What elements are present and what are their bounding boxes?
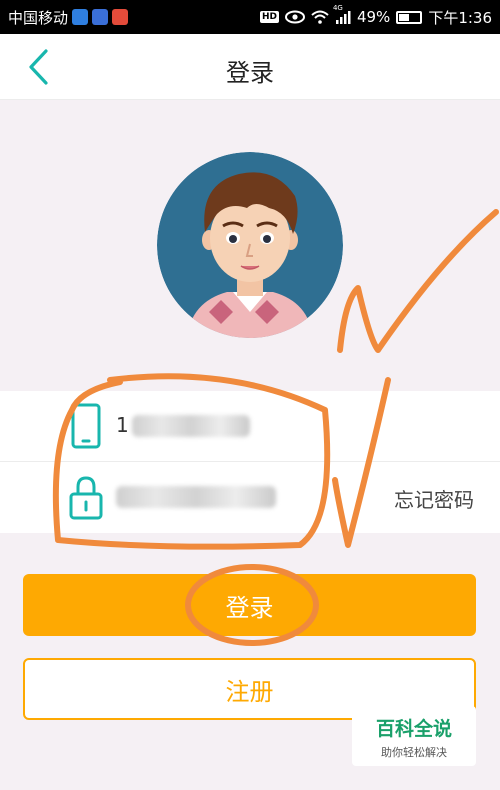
signal-icon: 4G	[333, 4, 351, 24]
watermark-title: 百科全说	[375, 718, 452, 740]
battery-percent: 49%	[356, 8, 391, 26]
page-title: 登录	[226, 59, 274, 87]
avatar[interactable]	[157, 152, 343, 338]
phone-value-prefix: 1	[116, 413, 129, 437]
battery-level-fill	[399, 13, 410, 21]
status-left: 中国移动	[8, 7, 129, 28]
avatar-image	[157, 152, 343, 338]
login-form: 1 忘记密码	[0, 391, 500, 533]
phone-icon	[71, 403, 101, 449]
forgot-password-link[interactable]: 忘记密码	[394, 484, 474, 513]
weibo-app-icon	[112, 9, 129, 25]
password-field[interactable]: 忘记密码	[0, 462, 500, 533]
app-header: 登录	[0, 34, 500, 100]
battery-icon	[396, 10, 423, 24]
lock-icon	[69, 476, 103, 520]
alipay-app-icon	[72, 9, 89, 25]
phone-number-blurred	[132, 415, 250, 437]
eye-comfort-icon	[284, 10, 305, 24]
carrier-name: 中国移动	[8, 8, 69, 27]
watermark-logo: 百科全说 助你轻松解决	[352, 706, 476, 766]
phone-field[interactable]: 1	[0, 391, 500, 462]
status-bar: 中国移动 HD 4G 49% 下午1:36	[0, 0, 500, 34]
annotation-check-large	[337, 209, 499, 353]
baidu-app-icon	[92, 9, 109, 25]
status-right: HD 4G 49% 下午1:36	[259, 4, 492, 28]
password-value-blurred	[116, 486, 276, 508]
wifi-icon	[311, 10, 329, 24]
clock-time: 下午1:36	[428, 8, 492, 27]
watermark-subtitle: 助你轻松解决	[381, 746, 447, 759]
network-type-label: 4G	[332, 4, 343, 12]
hd-icon: HD	[259, 11, 279, 23]
login-button[interactable]: 登录	[23, 574, 476, 636]
